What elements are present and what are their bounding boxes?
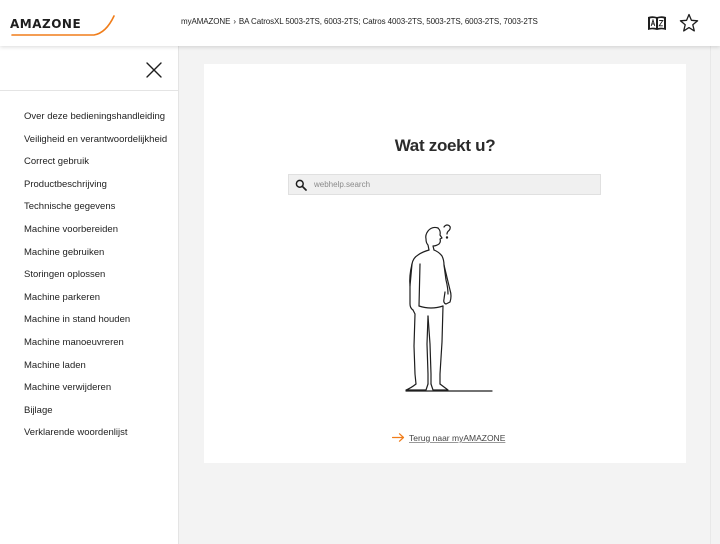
search-box[interactable] — [288, 174, 601, 195]
sidebar-menu: Over deze bedieningshandleiding Veilighe… — [24, 110, 167, 449]
breadcrumb: myAMAZONE › BA CatrosXL 5003-2TS, 6003-2TS… — [181, 17, 538, 26]
star-icon[interactable] — [679, 13, 699, 33]
breadcrumb-separator: › — [233, 17, 236, 26]
sidebar-item-correct-gebruik[interactable]: Correct gebruik — [24, 155, 167, 178]
sidebar-item-veiligheid[interactable]: Veiligheid en verantwoordelijkheid — [24, 133, 167, 156]
sidebar-item-machine-manoeuvreren[interactable]: Machine manoeuvreren — [24, 336, 167, 359]
sidebar-item-machine-parkeren[interactable]: Machine parkeren — [24, 291, 167, 314]
amazone-logo[interactable]: AMAZONE — [10, 12, 118, 38]
page-scrollbar[interactable] — [710, 46, 720, 544]
language-book-icon[interactable] — [647, 13, 667, 33]
sidebar-item-technische-gegevens[interactable]: Technische gegevens — [24, 200, 167, 223]
close-icon[interactable] — [144, 60, 164, 80]
breadcrumb-root[interactable]: myAMAZONE — [181, 17, 230, 26]
thinking-man-illustration — [405, 224, 493, 392]
page-title: Wat zoekt u? — [394, 136, 496, 155]
sidebar-item-bijlage[interactable]: Bijlage — [24, 404, 167, 427]
sidebar-item-machine-voorbereiden[interactable]: Machine voorbereiden — [24, 223, 167, 246]
sidebar-item-productbeschrijving[interactable]: Productbeschrijving — [24, 178, 167, 201]
search-input[interactable] — [314, 177, 594, 192]
sidebar-item-machine-verwijderen[interactable]: Machine verwijderen — [24, 381, 167, 404]
sidebar-item-verklarende-woordenlijst[interactable]: Verklarende woordenlijst — [24, 426, 167, 449]
sidebar-item-over-deze-bedieningshandleiding[interactable]: Over deze bedieningshandleiding — [24, 110, 167, 133]
breadcrumb-current: BA CatrosXL 5003-2TS, 6003-2TS; Catros 4… — [238, 17, 538, 26]
sidebar-item-machine-in-stand-houden[interactable]: Machine in stand houden — [24, 313, 167, 336]
search-icon[interactable] — [295, 179, 307, 191]
logo-swoosh-icon — [11, 15, 115, 36]
sidebar: Over deze bedieningshandleiding Veilighe… — [0, 46, 179, 544]
sidebar-divider — [0, 90, 178, 91]
back-link-label: Terug naar myAMAZONE — [409, 432, 506, 443]
header: AMAZONE myAMAZONE › BA CatrosXL 5003-2TS, … — [0, 0, 720, 46]
sidebar-item-machine-gebruiken[interactable]: Machine gebruiken — [24, 246, 167, 269]
arrow-right-icon — [392, 433, 405, 443]
search-panel: Wat zoekt u? webhelp.search Terug naar m… — [204, 64, 686, 463]
sidebar-item-storingen-oplossen[interactable]: Storingen oplossen — [24, 268, 167, 291]
sidebar-item-machine-laden[interactable]: Machine laden — [24, 359, 167, 382]
back-to-myamazone-link[interactable]: Terug naar myAMAZONE — [392, 432, 505, 443]
